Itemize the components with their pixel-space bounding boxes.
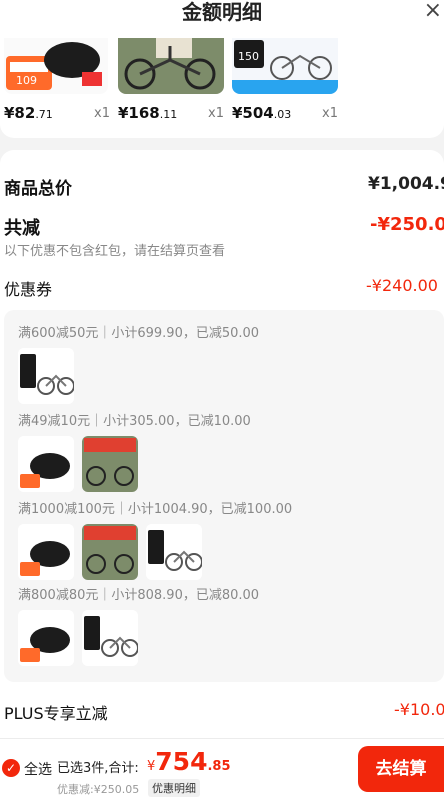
page-title: 金额明细	[182, 0, 262, 24]
product-item[interactable]: 150 ¥504.03 x1	[228, 38, 342, 138]
check-icon[interactable]: ✓	[2, 759, 20, 777]
coupon-items	[18, 610, 138, 666]
bike-bag-image: 109	[4, 38, 108, 94]
svg-text:150: 150	[238, 50, 259, 63]
total-reduce-value: -¥250.05	[370, 214, 444, 235]
coupon-rule: 满49减10元｜小计305.00，已减10.00	[18, 414, 251, 429]
coupon-breakdown: 满600减50元｜小计699.90，已减50.00 满49减10元｜小计305.…	[4, 310, 444, 682]
reduce-note: 以下优惠不包含红包，请在结算页查看	[4, 244, 226, 259]
goods-total-label: 商品总价	[4, 179, 72, 199]
kids-bike-thumb	[146, 524, 202, 580]
coupon-items	[18, 348, 74, 404]
coupon-rule: 满800减80元｜小计808.90，已减80.00	[18, 588, 260, 603]
total-reduce-label: 共减	[4, 218, 40, 239]
discount-detail-button[interactable]: 优惠明细	[148, 779, 200, 797]
kids-bike-thumb	[82, 610, 138, 666]
amount-detail-panel: 商品总价 ¥1,004.90 共减 -¥250.05 以下优惠不包含红包，请在结…	[0, 150, 444, 738]
folding-bike-thumb	[82, 524, 138, 580]
product-price: ¥82.71	[4, 104, 53, 122]
svg-text:109: 109	[16, 74, 37, 87]
coupon-rule: 满1000减100元｜小计1004.90，已减100.00	[18, 502, 293, 517]
product-qty: x1	[94, 106, 110, 121]
checkout-bar: ✓ 全选 已选3件,合计: ¥754.85 优惠减:¥250.05 优惠明细 去…	[0, 738, 444, 804]
bike-bag-thumb	[18, 610, 74, 666]
discount-text: 优惠减:¥250.05	[57, 783, 140, 796]
plus-discount-label: PLUS专享立减	[4, 704, 108, 723]
coupon-value[interactable]: -¥240.00 ⌃	[366, 276, 444, 295]
selected-summary: 已选3件,合计:	[57, 761, 139, 776]
coupon-label: 优惠券	[4, 280, 53, 299]
kids-bike-thumb	[18, 348, 74, 404]
bike-bag-thumb	[18, 524, 74, 580]
plus-discount-value: -¥10.05	[394, 700, 444, 719]
total-price: ¥754.85	[147, 747, 231, 776]
product-price: ¥168.11	[118, 104, 178, 122]
product-strip: 109 ¥82.71 x1 ¥168.11 x1 150 ¥504.03 x1	[0, 38, 444, 138]
product-item[interactable]: ¥168.11 x1	[114, 38, 228, 138]
product-qty: x1	[322, 106, 338, 121]
coupon-items	[18, 524, 202, 580]
folding-bike-thumb	[82, 436, 138, 492]
product-qty: x1	[208, 106, 224, 121]
checkout-button[interactable]: 去结算	[358, 746, 444, 792]
product-item[interactable]: 109 ¥82.71 x1	[0, 38, 114, 138]
select-all-label[interactable]: 全选	[24, 759, 52, 779]
coupon-items	[18, 436, 138, 492]
goods-total-value: ¥1,004.90	[368, 174, 444, 194]
folding-bike-image	[118, 38, 224, 94]
product-price: ¥504.03	[232, 104, 292, 122]
close-icon[interactable]: ×	[424, 0, 442, 23]
modal-header: 金额明细 ×	[0, 0, 444, 38]
bike-bag-thumb	[18, 436, 74, 492]
coupon-rule: 满600减50元｜小计699.90，已减50.00	[18, 326, 260, 341]
kids-bike-image: 150	[232, 38, 338, 94]
